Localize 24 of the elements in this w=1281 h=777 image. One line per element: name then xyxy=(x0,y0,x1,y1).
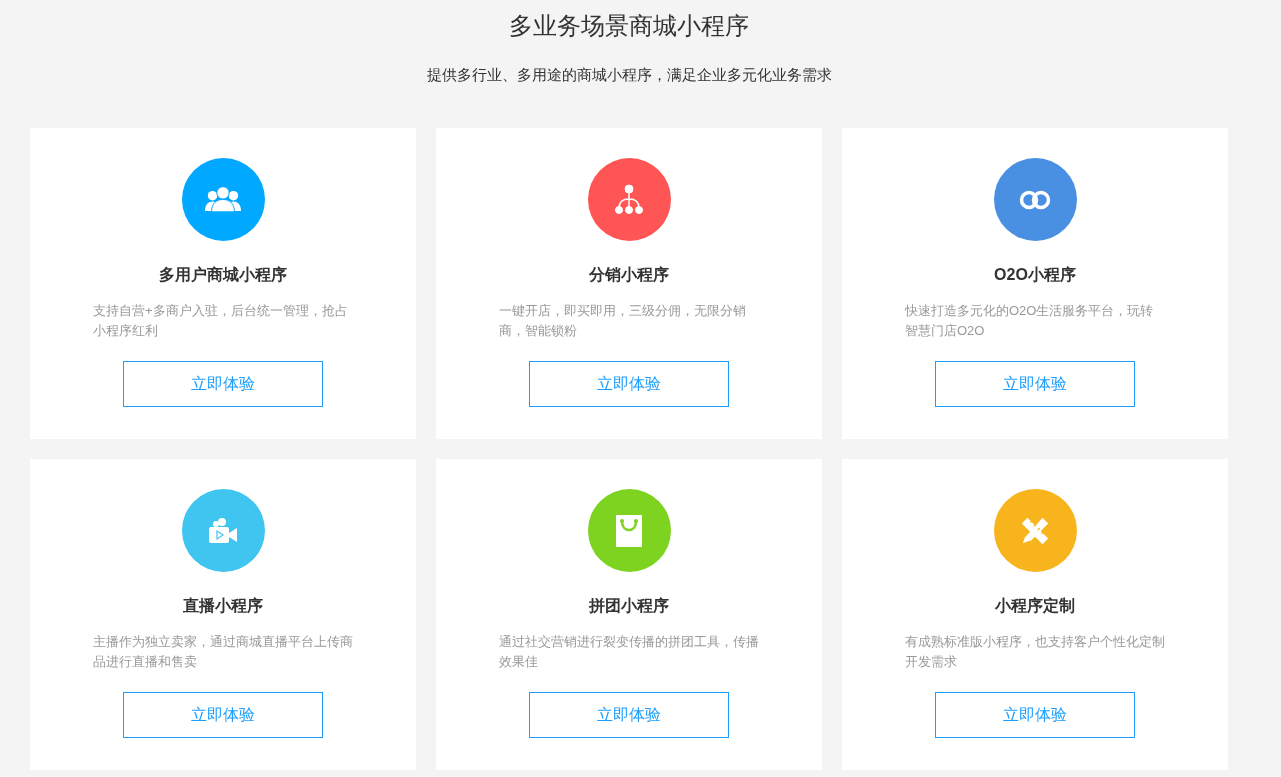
shopping-bag-icon xyxy=(616,514,642,547)
card-title: 分销小程序 xyxy=(589,265,669,285)
card-title: O2O小程序 xyxy=(994,265,1076,285)
card-description: 主播作为独立卖家，通过商城直播平台上传商品进行直播和售卖 xyxy=(93,633,353,671)
try-now-button[interactable]: 立即体验 xyxy=(123,692,323,738)
card-title: 小程序定制 xyxy=(995,596,1075,616)
card-title: 拼团小程序 xyxy=(589,596,669,616)
video-camera-icon xyxy=(208,517,238,544)
try-now-button[interactable]: 立即体验 xyxy=(123,361,323,407)
card-description: 快速打造多元化的O2O生活服务平台，玩转智慧门店O2O xyxy=(905,302,1155,340)
hierarchy-icon xyxy=(613,183,645,216)
card-description: 一键开店，即买即用，三级分佣，无限分销商，智能锁粉 xyxy=(499,302,747,340)
linked-rings-icon xyxy=(1019,189,1051,210)
card-description: 通过社交营销进行裂变传播的拼团工具，传播效果佳 xyxy=(499,633,759,671)
try-now-button[interactable]: 立即体验 xyxy=(935,361,1135,407)
users-icon xyxy=(204,186,242,213)
card-description: 有成熟标准版小程序，也支持客户个性化定制开发需求 xyxy=(905,633,1165,671)
section-subtitle: 提供多行业、多用途的商城小程序，满足企业多元化业务需求 xyxy=(425,65,833,85)
card-title: 多用户商城小程序 xyxy=(159,265,287,285)
try-now-button[interactable]: 立即体验 xyxy=(935,692,1135,738)
try-now-button[interactable]: 立即体验 xyxy=(529,692,729,738)
section-title: 多业务场景商城小程序 xyxy=(508,11,750,41)
try-now-button[interactable]: 立即体验 xyxy=(529,361,729,407)
card-title: 直播小程序 xyxy=(183,596,263,616)
